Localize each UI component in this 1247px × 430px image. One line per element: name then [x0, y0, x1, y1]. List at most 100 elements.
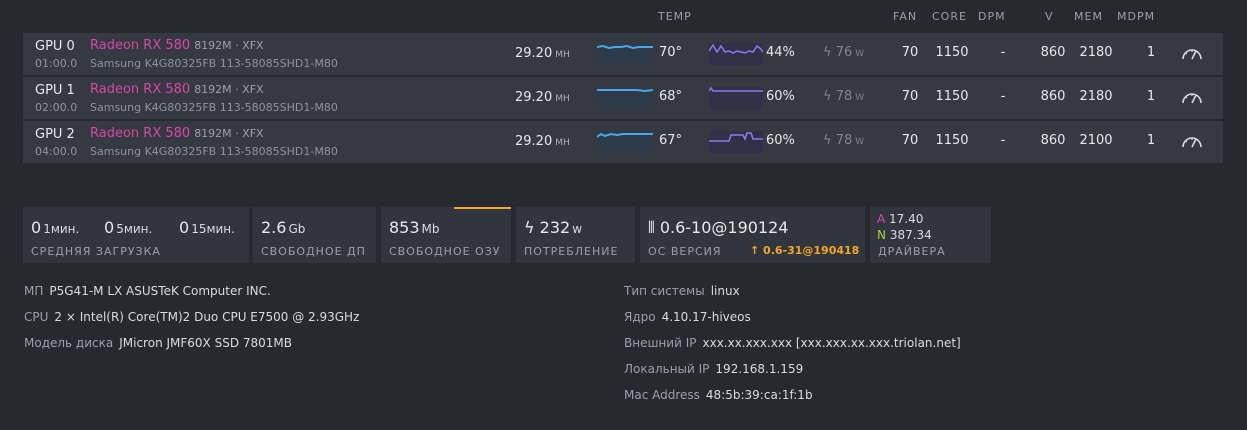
free-ram-card: 853 Mb СВОБОДНОЕ ОЗУ [381, 207, 511, 263]
fan-sparkline [709, 87, 763, 109]
driver-nvidia: N 387.34 [877, 228, 932, 242]
info-value: 4.10.17-hiveos [661, 310, 751, 324]
info-value: JMicron JMF60X SSD 7801MB [119, 336, 293, 350]
info-disk-model: Модель диска JMicron JMF60X SSD 7801MB [24, 336, 292, 350]
ram-unit: Mb [421, 222, 440, 236]
gpu-dpm: - [1000, 89, 1006, 104]
disk-value: 2.6 [261, 218, 287, 237]
os-version-value: ⫴ 0.6-10@190124 [648, 218, 788, 238]
power-unit: W [855, 93, 865, 103]
temp-sparkline [597, 43, 653, 65]
gpu-bus: 02:00.0 [35, 101, 78, 114]
load-label: СРЕДНЯЯ ЗАГРУЗКА [31, 245, 161, 258]
drivers-label: ДРАЙВЕРА [878, 245, 946, 258]
power-value: 76 [835, 45, 853, 60]
free-disk-card: 2.6 Gb СВОБОДНОЕ ДП [253, 207, 376, 263]
free-disk-value: 2.6 Gb [261, 218, 305, 237]
header-v: V [1045, 10, 1054, 23]
gpu-row[interactable]: GPU 2 04:00.0 Radeon RX 580 8192M · XFX S… [23, 121, 1223, 163]
speedometer-icon[interactable] [1181, 89, 1203, 105]
gpu-row[interactable]: GPU 0 01:00.0 Radeon RX 580 8192M · XFX S… [23, 33, 1223, 75]
gpu-model-name[interactable]: Radeon RX 580 [90, 82, 190, 97]
load-5-value: 0 [104, 218, 115, 237]
gpu-power: ϟ 76 W [823, 45, 864, 60]
hashrate-unit: MH [555, 138, 570, 148]
info-value: P5G41-M LX ASUSTeK Computer INC. [49, 284, 271, 298]
info-key: МП [24, 284, 44, 298]
bolt-icon: ϟ [524, 218, 540, 237]
gpu-model-name[interactable]: Radeon RX 580 [90, 38, 190, 53]
gpu-hashrate: 29.20 MH [515, 90, 570, 105]
gpu-mdpm: 1 [1146, 89, 1156, 104]
load-1-unit: 1мин. [43, 222, 80, 236]
power-label: ПОТРЕБЛЕНИЕ [524, 245, 619, 258]
speedometer-icon[interactable] [1181, 133, 1203, 149]
ram-usage-indicator [454, 207, 511, 209]
bolt-icon: ϟ [823, 45, 836, 60]
gpu-core: 1150 [935, 133, 969, 148]
free-ram-value: 853 Mb [389, 218, 440, 237]
os-version-card: ⫴ 0.6-10@190124 ОС ВЕРСИЯ ↑ 0.6-31@19041… [640, 207, 865, 263]
gpu-power: ϟ 78 W [823, 133, 864, 148]
info-key: Mac Address [624, 388, 700, 402]
gpu-temp: 70° [659, 45, 683, 60]
gpu-mem: 2100 [1079, 133, 1113, 148]
gpu-model[interactable]: Radeon RX 580 8192M · XFX [90, 126, 264, 141]
gpu-bus: 04:00.0 [35, 145, 78, 158]
info-key: Внешний IP [624, 336, 697, 350]
info-local-ip: Локальный IP 192.168.1.159 [624, 362, 803, 376]
info-external-ip: Внешний IP xxx.xx.xxx.xxx [xxx.xxx.xx.xxx… [624, 336, 961, 350]
gpu-mdpm: 1 [1146, 45, 1156, 60]
os-update-version[interactable]: 0.6-31@190418 [763, 244, 859, 257]
power-value: 78 [835, 133, 853, 148]
info-key: Ядро [624, 310, 656, 324]
gpu-fan-percent: 44% [766, 45, 795, 60]
load-15-unit: 15мин. [191, 222, 235, 236]
info-value: 2 × Intel(R) Core(TM)2 Duo CPU E7500 @ 2… [54, 310, 360, 324]
gpu-fan-percent: 60% [766, 89, 795, 104]
free-disk-label: СВОБОДНОЕ ДП [261, 245, 366, 258]
power-unit: W [855, 137, 865, 147]
gpu-chip: Samsung K4G80325FB 113-58085SHD1-M80 [90, 101, 338, 114]
settings-sliders-icon: ⫴ [648, 218, 660, 237]
gpu-fan-percent: 60% [766, 133, 795, 148]
gpu-row[interactable]: GPU 1 02:00.0 Radeon RX 580 8192M · XFX S… [23, 77, 1223, 119]
gpu-id: GPU 2 [35, 127, 75, 142]
bolt-icon: ϟ [823, 89, 836, 104]
load-15min: 0 15мин. [179, 218, 235, 237]
load-15-value: 0 [179, 218, 190, 237]
disk-unit: Gb [288, 222, 306, 236]
gpu-hashrate: 29.20 MH [515, 134, 570, 149]
power-unit: W [855, 49, 865, 59]
info-value: 48:5b:39:ca:1f:1b [705, 388, 813, 402]
header-temp: TEMP [658, 10, 692, 23]
os-update-link[interactable]: ↑ 0.6-31@190418 [750, 244, 859, 257]
info-key: Тип системы [624, 284, 705, 298]
hashrate-value: 29.20 [515, 46, 553, 61]
gpu-mem: 2180 [1079, 45, 1113, 60]
info-cpu: CPU 2 × Intel(R) Core(TM)2 Duo CPU E7500 … [24, 310, 359, 324]
gpu-hashrate: 29.20 MH [515, 46, 570, 61]
gpu-dpm: - [1000, 45, 1006, 60]
power-card: ϟ 232 w ПОТРЕБЛЕНИЕ [516, 207, 635, 263]
speedometer-icon[interactable] [1181, 45, 1203, 61]
temp-sparkline [597, 131, 653, 153]
gpu-dpm: - [1000, 133, 1006, 148]
gpu-model-name[interactable]: Radeon RX 580 [90, 126, 190, 141]
header-core: CORE [932, 10, 967, 23]
free-ram-label: СВОБОДНОЕ ОЗУ [389, 245, 501, 258]
temp-sparkline [597, 87, 653, 109]
gpu-temp: 67° [659, 133, 683, 148]
total-power-value: ϟ 232 w [524, 218, 582, 237]
gpu-model[interactable]: Radeon RX 580 8192M · XFX [90, 82, 264, 97]
info-value: 192.168.1.159 [715, 362, 804, 376]
load-1min: 0 1мин. [31, 218, 79, 237]
gpu-chip: Samsung K4G80325FB 113-58085SHD1-M80 [90, 57, 338, 70]
gpu-id: GPU 0 [35, 39, 75, 54]
info-mac-address: Mac Address 48:5b:39:ca:1f:1b [624, 388, 813, 402]
power-total-unit: w [572, 222, 583, 236]
info-system-type: Тип системы linux [624, 284, 740, 298]
gpu-model[interactable]: Radeon RX 580 8192M · XFX [90, 38, 264, 53]
os-version-label: ОС ВЕРСИЯ [648, 245, 722, 258]
header-mem: MEM [1074, 10, 1103, 23]
